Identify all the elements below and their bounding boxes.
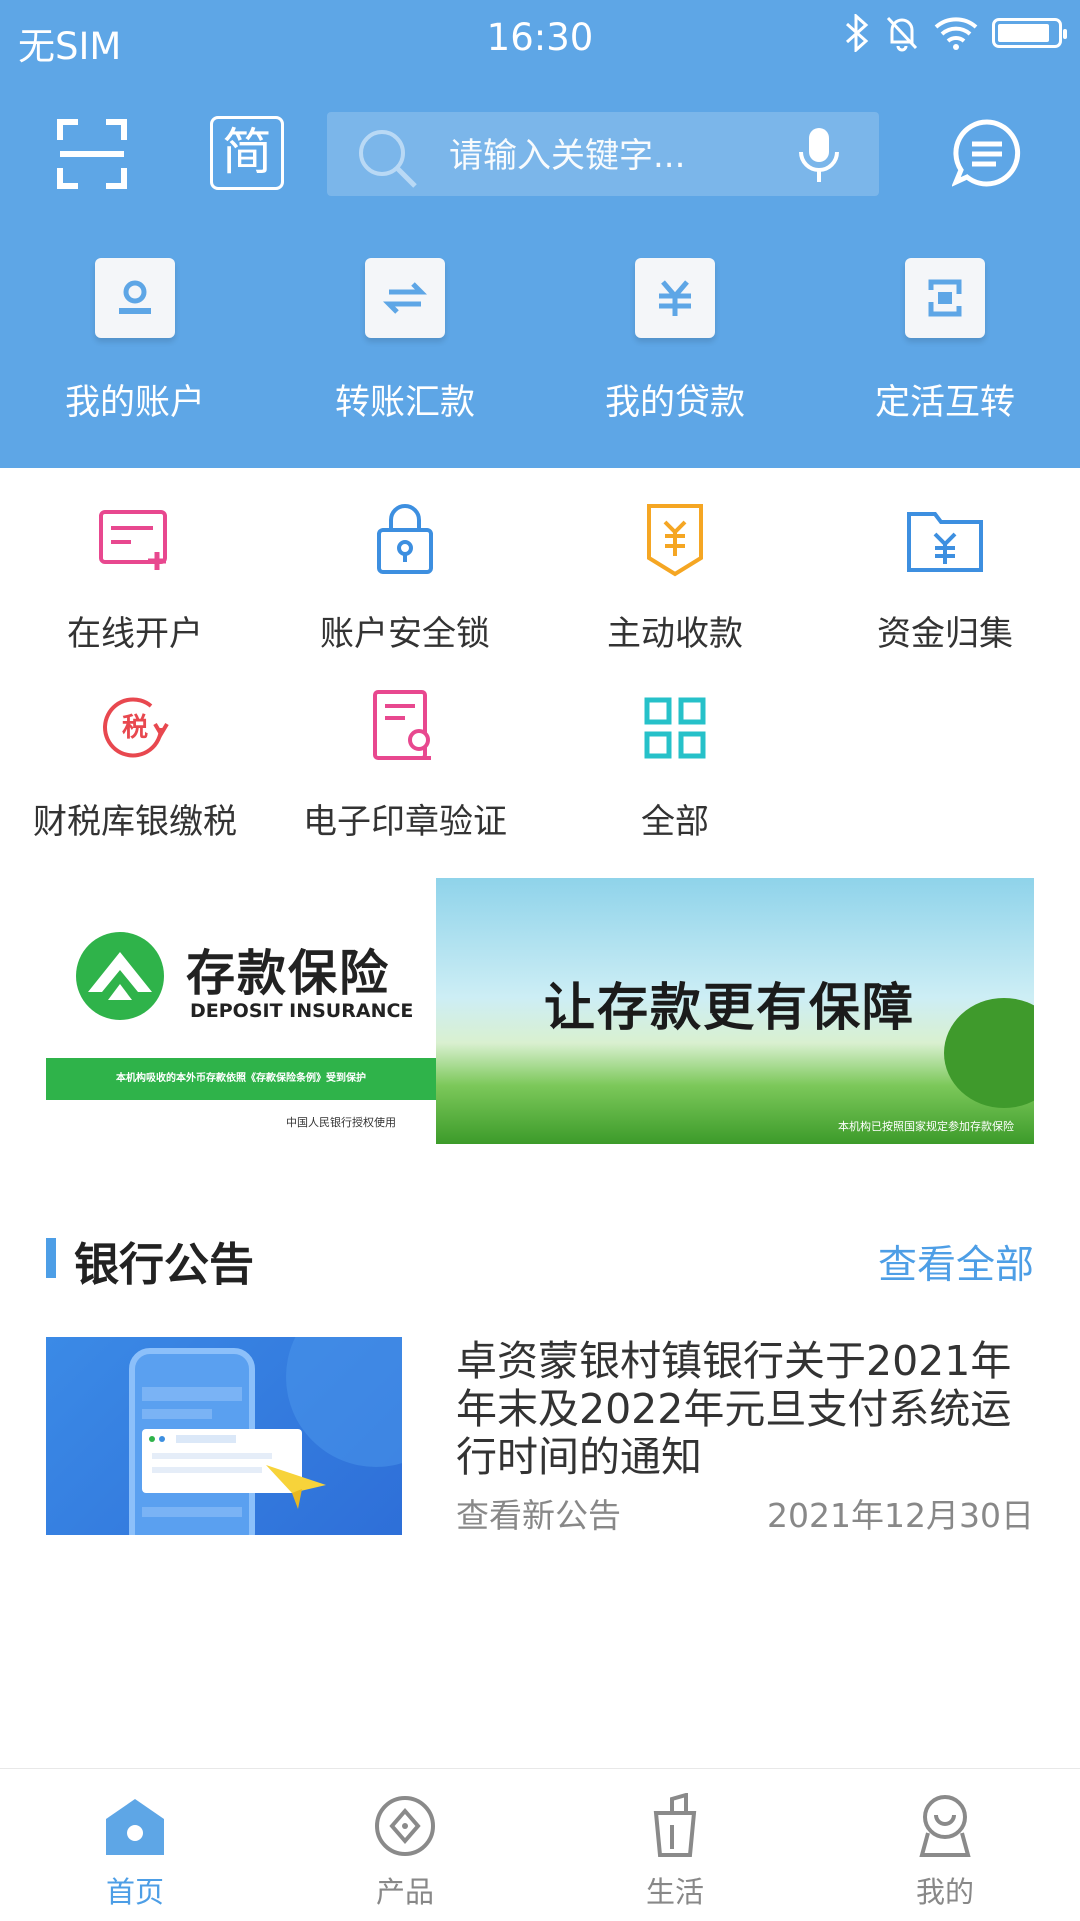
service-label: 账户安全锁 xyxy=(320,614,490,654)
wifi-icon xyxy=(934,17,978,50)
notice-date: 2021年12月30日 xyxy=(767,1496,1034,1535)
quick-my-account[interactable]: 我的账户 xyxy=(0,258,270,448)
quick-label: 我的账户 xyxy=(64,383,205,423)
quick-label: 转账汇款 xyxy=(334,383,475,423)
service-all[interactable]: 全部 xyxy=(540,688,810,876)
service-label: 电子印章验证 xyxy=(303,802,507,842)
top-toolbar: 简 xyxy=(0,100,1080,208)
cup-icon xyxy=(653,1792,697,1857)
tab-label: 生活 xyxy=(645,1875,704,1909)
mute-bell-icon xyxy=(886,16,918,52)
microphone-icon[interactable] xyxy=(797,126,841,184)
home-icon xyxy=(106,1799,164,1855)
seal-verify-icon xyxy=(373,690,431,760)
quick-actions: 我的账户 转账汇款 我的贷款 定活互转 xyxy=(0,258,1080,448)
service-label: 财税库银缴税 xyxy=(33,802,237,842)
tab-label: 产品 xyxy=(375,1875,434,1909)
user-icon xyxy=(919,1795,971,1857)
status-icons xyxy=(844,14,1067,52)
header: 无SIM 16:30 简 请输入关键字... 我的账户 转账汇款 我的贷款 定活… xyxy=(0,0,1080,468)
section-title: 银行公告 xyxy=(74,1238,255,1291)
collection-icon xyxy=(647,504,703,577)
simplified-mode-button[interactable]: 简 xyxy=(210,116,284,190)
section-accent-bar xyxy=(46,1238,56,1278)
deposit-insurance-banner[interactable]: 存款保险 DEPOSIT INSURANCE 本机构吸收的本外币存款依照《存款保… xyxy=(46,878,1034,1144)
online-account-icon xyxy=(99,510,167,570)
service-label: 资金归集 xyxy=(877,614,1013,654)
service-label: 在线开户 xyxy=(67,614,203,654)
tab-life[interactable]: 生活 xyxy=(540,1769,810,1921)
account-icon xyxy=(95,258,175,338)
bluetooth-icon xyxy=(845,14,869,52)
notice-subtitle: 查看新公告 xyxy=(456,1496,621,1535)
view-all-link[interactable]: 查看全部 xyxy=(878,1234,1034,1290)
banner-strip-text: 本机构吸收的本外币存款依照《存款保险条例》受到保护 xyxy=(46,1058,436,1100)
service-collection[interactable]: 主动收款 xyxy=(540,500,810,688)
service-seal-verify[interactable]: 电子印章验证 xyxy=(270,688,540,876)
bottom-tab-bar: 首页 产品 生活 我的 xyxy=(0,1768,1080,1921)
banner-landscape: 让存款更有保障 本机构已按照国家规定参加存款保险 xyxy=(436,878,1034,1144)
deposit-convert-icon xyxy=(905,258,985,338)
svg-text:税: 税 xyxy=(122,713,148,743)
notice-thumbnail xyxy=(46,1337,402,1535)
service-security-lock[interactable]: 账户安全锁 xyxy=(270,500,540,688)
banner-title-cn: 存款保险 xyxy=(186,945,391,1002)
message-icon[interactable] xyxy=(952,118,1022,188)
status-bar: 无SIM 16:30 xyxy=(0,0,1080,76)
tab-label: 我的 xyxy=(915,1875,974,1909)
service-grid: 在线开户 账户安全锁 主动收款 资金归集 税 财税库银缴税 电子印章验证 全部 xyxy=(0,500,1080,876)
search-input[interactable] xyxy=(447,130,791,182)
transfer-icon xyxy=(365,258,445,338)
notice-item[interactable]: 卓资蒙银村镇银行关于2021年年末及2022年元旦支付系统运行时间的通知 查看新… xyxy=(46,1337,1034,1537)
service-online-account[interactable]: 在线开户 xyxy=(0,500,270,688)
quick-label: 定活互转 xyxy=(874,383,1015,423)
search-bar[interactable] xyxy=(327,112,879,196)
grid-all-icon xyxy=(644,697,706,759)
phone-illustration-icon xyxy=(129,1337,402,1535)
banner-title-en: DEPOSIT INSURANCE xyxy=(190,1000,414,1022)
deposit-insurance-logo-icon xyxy=(76,932,164,1020)
security-lock-icon xyxy=(377,504,433,574)
banner-logo-panel: 存款保险 DEPOSIT INSURANCE 本机构吸收的本外币存款依照《存款保… xyxy=(46,878,436,1144)
quick-label: 我的贷款 xyxy=(604,383,745,423)
search-icon xyxy=(359,130,417,188)
tab-mine[interactable]: 我的 xyxy=(810,1769,1080,1921)
banner-note: 本机构已按照国家规定参加存款保险 xyxy=(838,1120,1014,1133)
tab-home[interactable]: 首页 xyxy=(0,1769,270,1921)
quick-transfer[interactable]: 转账汇款 xyxy=(270,258,540,448)
notice-title: 卓资蒙银村镇银行关于2021年年末及2022年元旦支付系统运行时间的通知 xyxy=(456,1337,1012,1481)
quick-loan[interactable]: 我的贷款 xyxy=(540,258,810,448)
quick-deposit-convert[interactable]: 定活互转 xyxy=(810,258,1080,448)
battery-icon xyxy=(992,18,1067,48)
service-label: 全部 xyxy=(641,802,709,842)
service-label: 主动收款 xyxy=(607,614,743,654)
tab-label: 首页 xyxy=(105,1875,164,1909)
fund-pool-icon xyxy=(907,512,983,572)
tax-icon: 税 xyxy=(103,697,169,758)
banner-slogan: 让存款更有保障 xyxy=(544,979,916,1038)
scan-icon[interactable] xyxy=(56,118,128,190)
tree-decoration xyxy=(944,998,1034,1108)
compass-icon xyxy=(375,1796,435,1856)
tab-products[interactable]: 产品 xyxy=(270,1769,540,1921)
banner-authorized-text: 中国人民银行授权使用 xyxy=(286,1116,396,1129)
notice-section-header: 银行公告 查看全部 xyxy=(46,1222,1034,1292)
service-tax[interactable]: 税 财税库银缴税 xyxy=(0,688,270,876)
loan-icon xyxy=(635,258,715,338)
service-fund-pool[interactable]: 资金归集 xyxy=(810,500,1080,688)
